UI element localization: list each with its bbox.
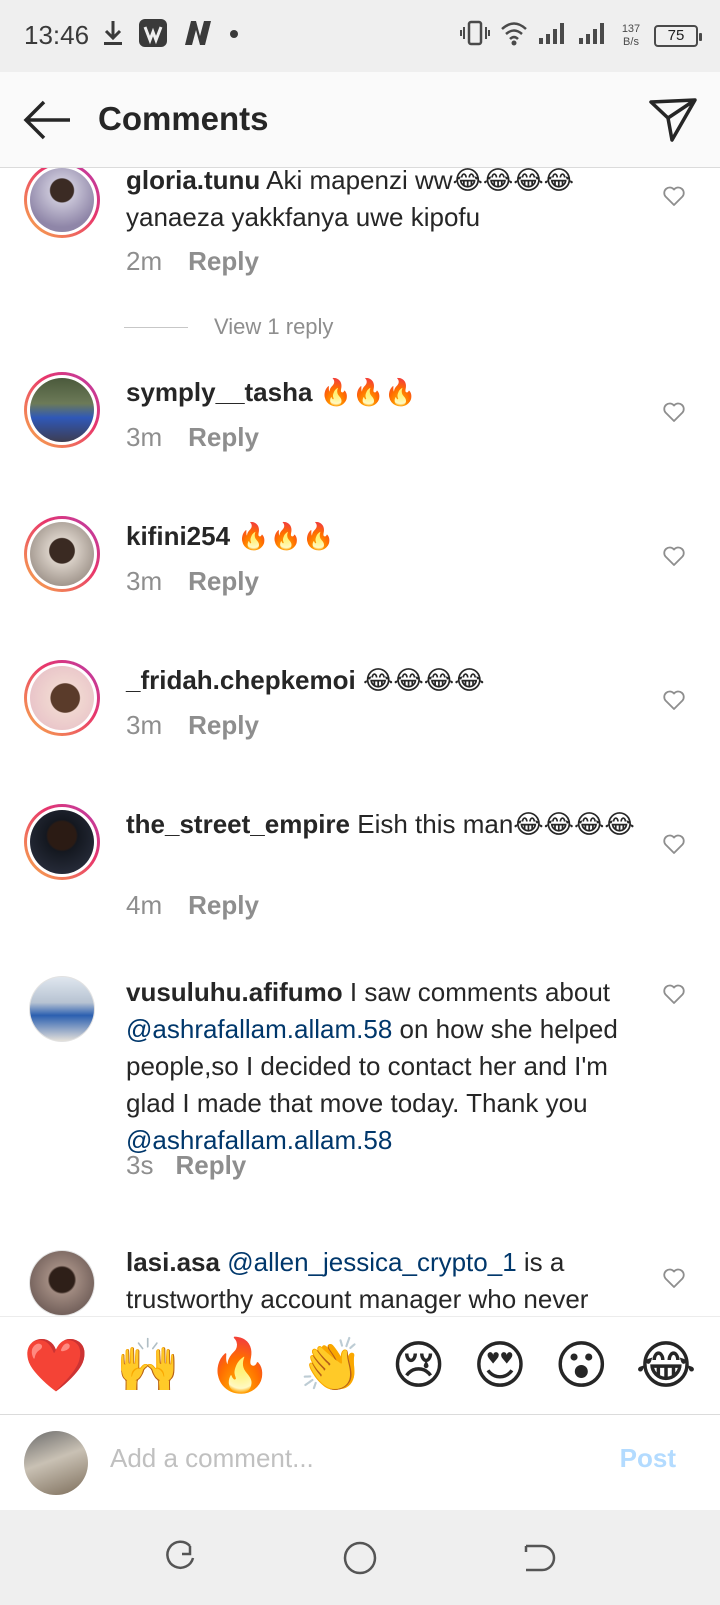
battery-indicator: 75 <box>654 24 702 47</box>
reply-button[interactable]: Reply <box>188 422 259 452</box>
emoji-laughing[interactable]: 😂 <box>636 1336 697 1396</box>
comment-time: 3s <box>126 1150 154 1180</box>
net-speed: 137 B/s <box>621 22 641 48</box>
view-replies-button[interactable]: View 1 reply <box>124 314 333 340</box>
avatar[interactable] <box>29 976 95 1042</box>
comment-body: 🔥🔥🔥 <box>312 377 417 407</box>
arrow-left-icon[interactable] <box>22 98 72 142</box>
wifi-icon <box>500 19 528 52</box>
signal-icon <box>538 20 568 51</box>
system-nav-bar <box>0 1510 720 1605</box>
comment-username[interactable]: lasi.asa <box>126 1247 220 1277</box>
avatar[interactable] <box>24 516 100 592</box>
emoji-heart-eyes[interactable]: 😍 <box>473 1336 527 1396</box>
emoji-fire[interactable]: 🔥 <box>207 1336 272 1396</box>
comment-time: 4m <box>126 890 163 920</box>
mention-link[interactable]: @ashrafallam.allam.58 <box>126 1014 392 1044</box>
emoji-quick-bar: ❤️ 🙌 🔥 👏 😢 😍 😮 😂 <box>0 1316 720 1414</box>
avatar[interactable] <box>24 168 100 238</box>
comment-username[interactable]: kifini254 <box>126 521 230 551</box>
page-title: Comments <box>98 100 269 137</box>
comment-composer: Post <box>0 1414 720 1510</box>
divider <box>124 326 188 328</box>
comment-time: 3m <box>126 566 163 596</box>
comment-body: I saw comments about <box>342 977 611 1007</box>
comment-list[interactable]: gloria.tunu Aki mapenzi ww😂😂😂😂 yanaeza y… <box>0 168 720 1316</box>
comment-username[interactable]: gloria.tunu <box>126 168 260 195</box>
vibrate-icon <box>460 18 490 53</box>
like-heart-icon[interactable] <box>662 832 686 856</box>
comment-time: 3m <box>126 422 163 452</box>
back-nav-icon[interactable] <box>520 1540 556 1576</box>
comment-time: 3m <box>126 710 163 740</box>
post-button[interactable]: Post <box>620 1443 676 1474</box>
mention-link[interactable]: @allen_jessica_crypto_1 <box>227 1247 516 1277</box>
avatar[interactable] <box>29 1250 95 1316</box>
download-icon <box>102 18 124 53</box>
vidmate-icon <box>138 18 168 53</box>
like-heart-icon[interactable] <box>662 1266 686 1290</box>
avatar[interactable] <box>24 372 100 448</box>
comment-body: Eish this man😂😂😂😂 <box>350 809 635 839</box>
comment-body: 🔥🔥🔥 <box>230 521 335 551</box>
emoji-raised-hands[interactable]: 🙌 <box>116 1336 181 1396</box>
avatar[interactable] <box>24 660 100 736</box>
reply-button[interactable]: Reply <box>188 566 259 596</box>
emoji-surprised[interactable]: 😮 <box>554 1336 608 1396</box>
emoji-clapping[interactable]: 👏 <box>299 1336 364 1396</box>
emoji-crying[interactable]: 😢 <box>391 1336 445 1396</box>
n-app-icon <box>182 18 214 53</box>
like-heart-icon[interactable] <box>662 688 686 712</box>
comment-input[interactable] <box>110 1443 580 1474</box>
comment-username[interactable]: the_street_empire <box>126 809 350 839</box>
signal-icon <box>578 20 608 51</box>
comment-username[interactable]: vusuluhu.afifumo <box>126 977 343 1007</box>
like-heart-icon[interactable] <box>662 184 686 208</box>
avatar[interactable] <box>24 804 100 880</box>
status-time: 13:46 <box>24 20 90 50</box>
like-heart-icon[interactable] <box>662 400 686 424</box>
like-heart-icon[interactable] <box>662 982 686 1006</box>
comment-username[interactable]: symply__tasha <box>126 377 312 407</box>
dot-icon <box>228 18 240 53</box>
reply-button[interactable]: Reply <box>188 710 259 740</box>
comment-time: 2m <box>126 246 163 276</box>
header: Comments <box>0 72 720 168</box>
paper-plane-icon[interactable] <box>648 96 698 144</box>
reply-button[interactable]: Reply <box>188 246 259 276</box>
comment-body: 😂😂😂😂 <box>355 665 485 695</box>
reply-button[interactable]: Reply <box>188 890 259 920</box>
emoji-heart[interactable]: ❤️ <box>24 1336 89 1396</box>
reply-button[interactable]: Reply <box>175 1150 246 1180</box>
comment-username[interactable]: _fridah.chepkemoi <box>126 665 356 695</box>
like-heart-icon[interactable] <box>662 544 686 568</box>
avatar <box>24 1431 88 1495</box>
status-bar: 13:46 137 B/s 75 <box>0 0 720 72</box>
recent-apps-icon[interactable] <box>162 1540 198 1576</box>
home-icon[interactable] <box>342 1540 378 1576</box>
